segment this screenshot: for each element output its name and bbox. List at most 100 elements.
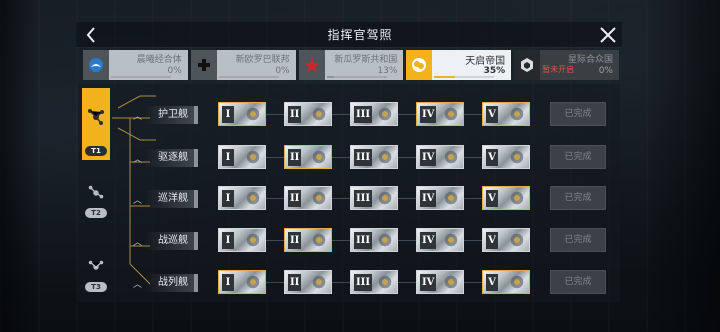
tab-percent: 35%: [483, 66, 506, 76]
license-card-2[interactable]: II: [284, 186, 332, 210]
tab-percent: 13%: [377, 66, 398, 76]
star-emblem-icon: [298, 50, 325, 80]
license-card-1[interactable]: I: [218, 145, 266, 169]
tab-label: 星际合众国: [567, 55, 613, 65]
tab-faction-5[interactable]: 暂未开启 星际合众国 0%: [514, 50, 619, 80]
roman-numeral: V: [486, 232, 498, 249]
right-vignette: [640, 0, 720, 332]
row-label: 驱逐舰: [144, 149, 198, 167]
license-card-2[interactable]: II: [284, 228, 332, 252]
license-card-5[interactable]: V: [482, 102, 530, 126]
empire-emblem-icon: [406, 50, 433, 80]
tier-badge: T3: [85, 282, 107, 292]
left-vignette: [0, 0, 40, 332]
ship-row-frigate: ︿ 护卫舰 I II III IV V 已完成: [130, 102, 610, 128]
license-card-5[interactable]: V: [482, 270, 530, 294]
faction-tabs: 晨曦经合体 0% 新欧罗巴联邦 0% 新瓜罗斯共和国 13% 天启帝国 35% …: [83, 50, 619, 80]
roman-numeral: III: [354, 190, 373, 207]
row-label: 护卫舰: [144, 106, 198, 124]
circle-orb-icon: [83, 50, 109, 80]
completed-button[interactable]: 已完成: [550, 102, 606, 126]
chevron-up-icon: ︿: [133, 112, 143, 122]
license-card-4[interactable]: IV: [416, 228, 464, 252]
license-card-1[interactable]: I: [218, 186, 266, 210]
roman-numeral: II: [288, 232, 302, 249]
cross-icon: [190, 50, 217, 80]
roman-numeral: I: [222, 274, 234, 291]
completed-button[interactable]: 已完成: [550, 228, 606, 252]
ship-tier-icon: [88, 185, 104, 199]
ship-row-cruiser: ︿ 巡洋舰 I II III IV V 已完成: [130, 186, 610, 212]
tab-faction-1[interactable]: 晨曦经合体 0%: [83, 50, 188, 80]
roman-numeral: III: [354, 106, 373, 123]
tab-percent: 0%: [598, 66, 613, 76]
roman-numeral: V: [486, 106, 498, 123]
row-label: 战巡舰: [144, 232, 198, 250]
license-card-3[interactable]: III: [350, 102, 398, 126]
tab-progress-bar: [111, 76, 171, 78]
license-card-5[interactable]: V: [482, 145, 530, 169]
roman-numeral: I: [222, 106, 234, 123]
license-card-4[interactable]: IV: [416, 186, 464, 210]
tier-t2-tab[interactable]: T2: [82, 178, 110, 218]
license-card-4[interactable]: IV: [416, 145, 464, 169]
completed-button[interactable]: 已完成: [550, 186, 606, 210]
chevron-up-icon: ︿: [133, 238, 143, 248]
ship-row-battleship: ︿ 战列舰 I II III IV V 已完成: [130, 270, 610, 296]
license-card-2[interactable]: II: [284, 102, 332, 126]
locked-text: 暂未开启: [542, 65, 575, 74]
license-card-3[interactable]: III: [350, 186, 398, 210]
license-card-1[interactable]: I: [218, 102, 266, 126]
ship-row-destroyer: ︿ 驱逐舰 I II III IV V 已完成: [130, 145, 610, 171]
roman-numeral: V: [486, 149, 498, 166]
roman-numeral: V: [486, 274, 498, 291]
license-card-1[interactable]: I: [218, 270, 266, 294]
license-card-4[interactable]: IV: [416, 270, 464, 294]
license-card-2[interactable]: II: [284, 145, 332, 169]
roman-numeral: II: [288, 190, 302, 207]
roman-numeral: II: [288, 274, 302, 291]
tab-progress-bar: [218, 76, 279, 78]
license-card-3[interactable]: III: [350, 228, 398, 252]
roman-numeral: II: [288, 106, 302, 123]
tab-label: 新欧罗巴联邦: [235, 55, 290, 65]
close-button[interactable]: [596, 23, 620, 47]
license-card-5[interactable]: V: [482, 228, 530, 252]
tab-percent: 0%: [167, 66, 182, 76]
hex-emblem-icon: [514, 50, 541, 80]
license-card-3[interactable]: III: [350, 145, 398, 169]
roman-numeral: IV: [420, 232, 437, 249]
completed-button[interactable]: 已完成: [550, 145, 606, 169]
chevron-up-icon: ︿: [133, 280, 143, 290]
roman-numeral: I: [222, 232, 234, 249]
completed-button[interactable]: 已完成: [550, 270, 606, 294]
roman-numeral: IV: [420, 149, 437, 166]
license-card-2[interactable]: II: [284, 270, 332, 294]
roman-numeral: IV: [420, 106, 437, 123]
tab-faction-2[interactable]: 新欧罗巴联邦 0%: [190, 50, 296, 80]
tab-progress-bar: [434, 76, 495, 78]
tab-faction-4[interactable]: 天启帝国 35%: [406, 50, 512, 80]
license-card-1[interactable]: I: [218, 228, 266, 252]
close-icon: [600, 27, 616, 43]
chevron-up-icon: ︿: [133, 196, 143, 206]
tab-progress-bar: [326, 76, 387, 78]
license-card-5[interactable]: V: [482, 186, 530, 210]
tier-t3-tab[interactable]: T3: [82, 252, 110, 292]
row-label: 战列舰: [144, 274, 198, 292]
license-card-4[interactable]: IV: [416, 102, 464, 126]
chevron-up-icon: ︿: [133, 155, 143, 165]
ship-tier-icon: [88, 260, 104, 270]
roman-numeral: V: [486, 190, 498, 207]
tier-t1-tab[interactable]: T1: [82, 88, 110, 160]
tab-faction-3[interactable]: 新瓜罗斯共和国 13%: [298, 50, 404, 80]
tier-badge: T2: [85, 208, 107, 218]
tab-label: 新瓜罗斯共和国: [334, 55, 398, 65]
roman-numeral: IV: [420, 190, 437, 207]
roman-numeral: III: [354, 274, 373, 291]
roman-numeral: II: [288, 149, 302, 166]
tab-label: 天启帝国: [465, 56, 506, 67]
roman-numeral: IV: [420, 274, 437, 291]
tier-badge: T1: [85, 146, 107, 156]
license-card-3[interactable]: III: [350, 270, 398, 294]
